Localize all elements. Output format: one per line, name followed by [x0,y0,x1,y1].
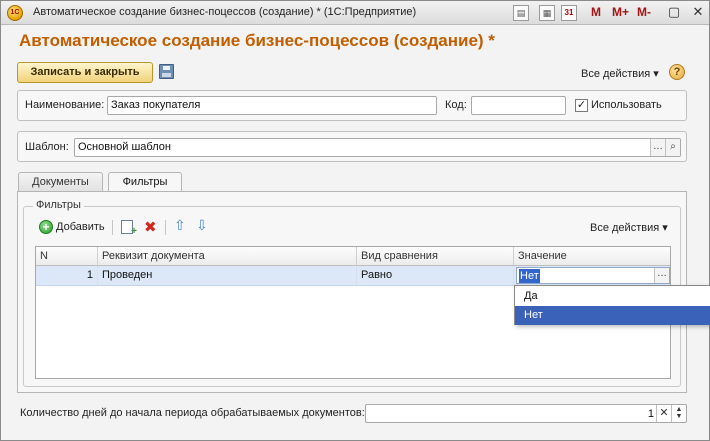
calendar-icon[interactable]: 31 [561,5,577,21]
add-button[interactable]: Добавить [56,221,105,233]
use-label: Использовать [591,99,662,111]
delete-icon[interactable]: ✖ [144,218,157,236]
move-up-icon[interactable]: ⇧ [174,217,186,234]
row-attribute[interactable]: Проведен [98,266,357,285]
name-label: Наименование: [25,99,105,111]
filters-all-actions-label: Все действия [590,222,660,234]
template-label: Шаблон: [25,141,69,153]
toolbar-separator [165,220,166,235]
column-header-value[interactable]: Значение [514,247,670,266]
column-header-n[interactable]: N [36,247,98,266]
move-down-icon[interactable]: ⇩ [196,217,208,234]
copy-icon[interactable] [121,220,137,237]
memory-m-button[interactable]: M [591,5,601,19]
filters-legend: Фильтры [33,199,84,211]
name-input[interactable]: Заказ покупателя [107,96,437,115]
spinner-icon[interactable]: ▲ ▼ [671,405,686,422]
days-label: Количество дней до начала периода обраба… [20,407,365,419]
memory-minus-button[interactable]: M- [637,5,651,19]
value-dropdown-list: Да Нет [514,285,710,325]
days-value: 1 [647,408,654,420]
template-value: Основной шаблон [78,141,171,153]
all-actions-menu[interactable]: Все действия ▾ [581,67,659,80]
search-icon[interactable]: ⌕ [665,139,680,156]
chevron-down-icon: ▾ [653,68,659,80]
all-actions-label: Все действия [581,68,651,80]
code-label: Код: [445,99,467,111]
column-header-comparison[interactable]: Вид сравнения [357,247,514,266]
row-number: 1 [36,266,98,285]
file-icon[interactable]: ▤ [513,5,529,21]
form-title: Автоматическое создание бизнес-пoцессов … [19,31,495,50]
use-checkbox[interactable]: ✓ [575,99,588,112]
value-select-button[interactable]: … [654,268,669,283]
toolbar-separator [112,220,113,235]
tab-filters[interactable]: Фильтры [108,172,182,193]
save-icon[interactable] [159,64,174,79]
clear-icon[interactable]: ✕ [656,405,671,422]
column-header-attribute[interactable]: Реквизит документа [98,247,357,266]
dropdown-option-no[interactable]: Нет [515,306,710,325]
code-input[interactable] [471,96,566,115]
tab-documents[interactable]: Документы [18,172,103,192]
days-input[interactable]: 1 ✕ ▲ ▼ [365,404,687,423]
value-cell-editor[interactable]: Нет … [516,267,670,284]
memory-plus-button[interactable]: M+ [612,5,629,19]
maximize-button[interactable]: ▢ [665,3,683,21]
value-cell-text[interactable]: Нет [519,269,540,283]
application-window: 1С Автоматическое создание бизнес-пoцесс… [0,0,710,441]
close-button[interactable]: ✕ [689,3,707,21]
add-icon[interactable]: + [39,220,53,234]
template-select-button[interactable]: … [650,139,665,156]
app-logo-icon: 1С [7,5,23,21]
window-title: Автоматическое создание бизнес-пoцессов … [33,6,417,18]
calculator-icon[interactable]: ▦ [539,5,555,21]
filters-all-actions-menu[interactable]: Все действия ▾ [590,221,668,234]
row-comparison[interactable]: Равно [357,266,514,285]
template-input[interactable]: Основной шаблон … ⌕ [74,138,681,157]
save-and-close-button[interactable]: Записать и закрыть [17,62,153,83]
table-row[interactable]: 1 Проведен Равно Нет … [36,266,670,286]
title-bar: 1С Автоматическое создание бизнес-пoцесс… [1,1,709,25]
dropdown-option-yes[interactable]: Да [515,287,710,306]
help-icon[interactable]: ? [669,64,685,80]
chevron-down-icon: ▾ [662,222,668,234]
